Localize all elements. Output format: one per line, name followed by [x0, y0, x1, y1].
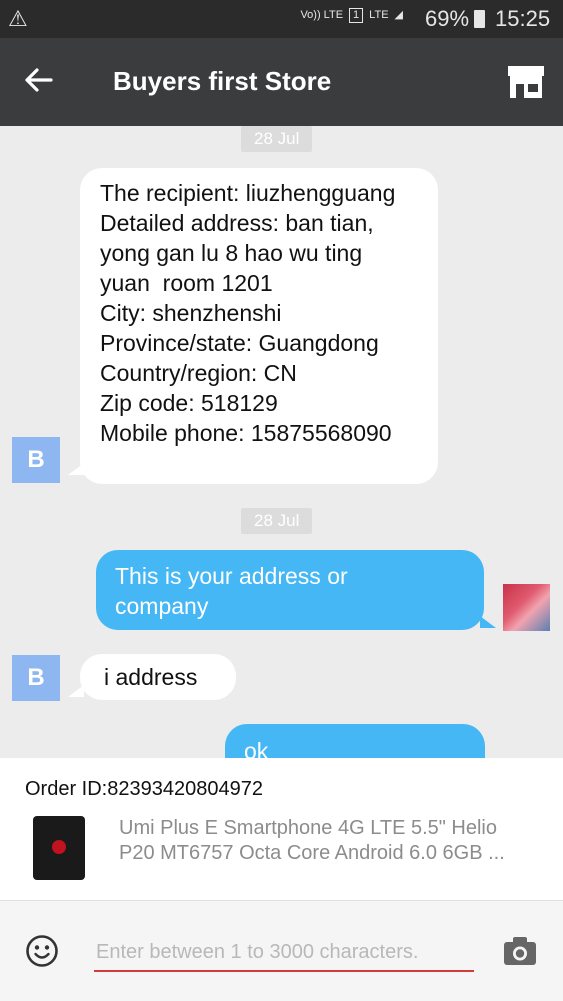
input-bar — [0, 900, 563, 1001]
message-line: i address — [104, 664, 198, 690]
message-line: Zip code: 518129 — [100, 390, 278, 416]
message-line: The recipient: liuzhengguang — [100, 180, 396, 206]
order-id: Order ID:82393420804972 — [25, 778, 263, 800]
avatar[interactable]: B — [12, 437, 60, 483]
message-bubble[interactable]: The recipient: liuzhengguang Detailed ad… — [80, 168, 438, 484]
message-line: Mobile phone: 15875568090 — [100, 420, 392, 446]
message-line: Country/region: CN — [100, 360, 297, 386]
message-bubble[interactable]: i address — [80, 654, 236, 700]
message-bubble[interactable]: This is your address or company — [96, 550, 484, 630]
message-line: yuan room 1201 — [100, 270, 273, 296]
network-indicators: Vo)) LTE 1 LTE ◢ — [300, 8, 403, 23]
app-bar: Buyers first Store — [0, 38, 563, 126]
sim-indicator: 1 — [349, 8, 364, 23]
product-thumbnail[interactable] — [33, 816, 85, 880]
volte-indicator: Vo)) LTE — [300, 9, 344, 21]
message-line: Detailed address: ban tian, — [100, 210, 374, 236]
message-line: This is your address or — [115, 563, 348, 589]
back-button[interactable] — [18, 60, 58, 100]
message-line: City: shenzhenshi — [100, 300, 282, 326]
order-card[interactable]: Order ID:82393420804972 Umi Plus E Smart… — [0, 758, 563, 900]
date-chip: 28 Jul — [241, 508, 313, 534]
message-line: yong gan lu 8 hao wu ting — [100, 240, 363, 266]
user-avatar[interactable] — [503, 584, 550, 631]
store-button[interactable] — [506, 64, 546, 100]
message-input[interactable] — [94, 934, 474, 972]
message-line: Province/state: Guangdong — [100, 330, 379, 356]
arrow-left-icon — [25, 68, 53, 92]
bubble-tail — [480, 616, 496, 628]
warning-icon: ⚠ — [8, 6, 28, 31]
product-name-line: P20 MT6757 Octa Core Android 6.0 6GB ... — [119, 842, 505, 864]
clock: 15:25 — [495, 6, 551, 31]
emoji-button[interactable] — [25, 934, 59, 968]
avatar[interactable]: B — [12, 655, 60, 701]
date-chip: 28 Jul — [241, 126, 313, 152]
store-icon — [508, 66, 544, 98]
phone-logo-icon — [52, 840, 66, 854]
message-bubble[interactable]: ok — [225, 724, 485, 758]
message-line: company — [115, 593, 209, 619]
status-bar: ⚠ Vo)) LTE 1 LTE ◢ 69% 15:25 — [0, 0, 563, 38]
battery-percent: 69% — [425, 6, 470, 31]
page-title: Buyers first Store — [113, 66, 332, 96]
chat-area[interactable]: 28 Jul B The recipient: liuzhengguang De… — [0, 126, 563, 758]
lte-indicator: LTE — [369, 9, 389, 21]
camera-icon — [504, 937, 536, 965]
camera-button[interactable] — [503, 936, 537, 966]
battery-icon — [474, 10, 485, 28]
smiley-icon — [26, 935, 58, 967]
product-name[interactable]: Umi Plus E Smartphone 4G LTE 5.5" Helio … — [119, 816, 539, 866]
product-name-line: Umi Plus E Smartphone 4G LTE 5.5" Helio — [119, 817, 497, 839]
message-line: ok — [244, 738, 269, 758]
signal-icon: ◢ — [394, 9, 403, 21]
